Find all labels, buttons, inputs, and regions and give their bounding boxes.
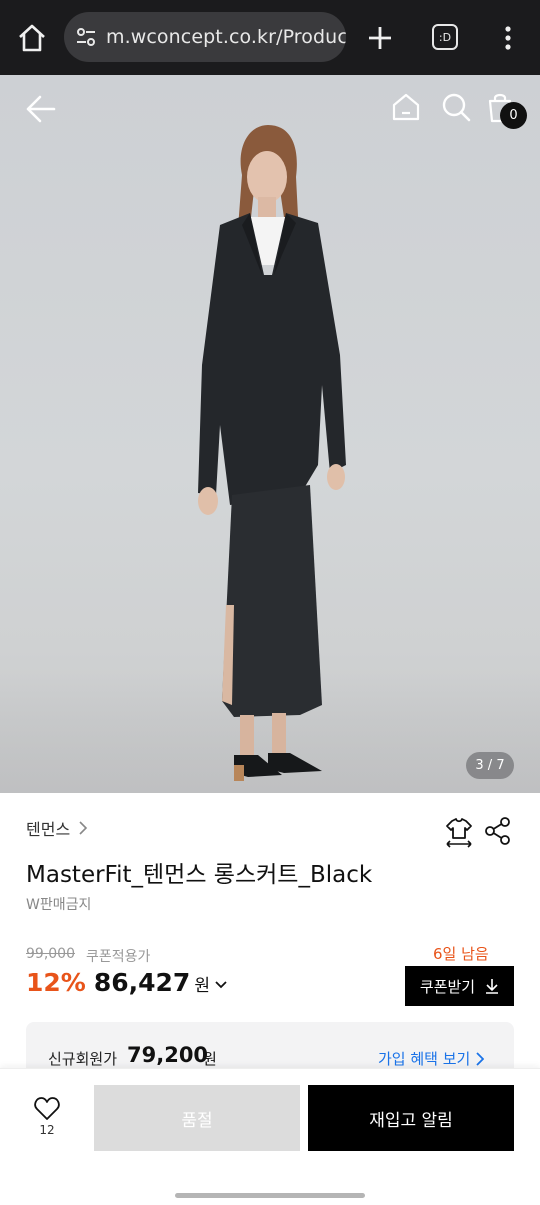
restock-alert-button[interactable]: 재입고 알림: [308, 1085, 514, 1151]
coupon-price-label: 쿠폰적용가: [86, 949, 151, 965]
fitting-hanger-icon[interactable]: [444, 816, 474, 848]
wishlist-count: 12: [39, 1123, 55, 1137]
sold-out-button: 품절: [94, 1085, 300, 1151]
price-row[interactable]: 12% 86,427 원: [26, 968, 228, 997]
brand-link[interactable]: 텐먼스: [26, 816, 90, 840]
get-coupon-label: 쿠폰받기: [419, 977, 476, 996]
url-text: m.wconcept.co.kr/Product/: [106, 26, 346, 48]
browser-toolbar: m.wconcept.co.kr/Product/ :D: [0, 0, 540, 75]
sale-price: 86,427: [93, 968, 191, 997]
search-icon[interactable]: [440, 91, 472, 123]
chevron-right-icon: [476, 1051, 485, 1066]
member-price: 79,200: [127, 1043, 209, 1067]
product-image-gallery[interactable]: 0 3 / 7: [0, 75, 540, 793]
download-icon: [486, 979, 499, 994]
product-title: MasterFit_텐먼스 롱스커트_Black: [26, 862, 373, 888]
gallery-header: 0: [0, 75, 540, 139]
share-icon[interactable]: [484, 816, 512, 846]
discount-rate: 12%: [26, 968, 86, 997]
chevron-down-icon[interactable]: [214, 979, 228, 991]
currency-label: 원: [194, 976, 210, 996]
tab-switcher-button[interactable]: :D: [432, 24, 458, 50]
gesture-navigation-bar[interactable]: [175, 1193, 365, 1198]
site-settings-icon[interactable]: [74, 25, 98, 49]
browser-menu-icon[interactable]: [496, 22, 520, 54]
browser-home-icon[interactable]: [14, 20, 50, 56]
wishlist-button[interactable]: 12: [26, 1097, 68, 1145]
product-photo: [198, 125, 346, 781]
sale-restriction-note: W판매금지: [26, 897, 92, 913]
signup-benefit-link[interactable]: 가입 혜택 보기: [378, 1048, 485, 1069]
member-currency: 원: [203, 1050, 217, 1068]
member-price-label: 신규회원가: [48, 1050, 118, 1068]
address-bar[interactable]: m.wconcept.co.kr/Product/: [64, 12, 346, 62]
heart-icon: [34, 1097, 60, 1120]
brand-name: 텐먼스: [26, 820, 71, 839]
home-icon[interactable]: [390, 91, 422, 123]
back-arrow-icon[interactable]: [24, 93, 56, 125]
signup-benefit-label: 가입 혜택 보기: [378, 1050, 471, 1068]
get-coupon-button[interactable]: 쿠폰받기: [405, 966, 514, 1006]
days-left-label: 6일 남음: [433, 945, 489, 963]
chevron-right-icon: [79, 821, 88, 835]
new-tab-icon[interactable]: [364, 20, 396, 56]
original-price: 99,000: [26, 946, 75, 962]
bottom-action-bar: 12 품절 재입고 알림: [0, 1068, 540, 1205]
gallery-pager: 3 / 7: [466, 752, 514, 779]
cart-count-badge: 0: [500, 102, 527, 129]
